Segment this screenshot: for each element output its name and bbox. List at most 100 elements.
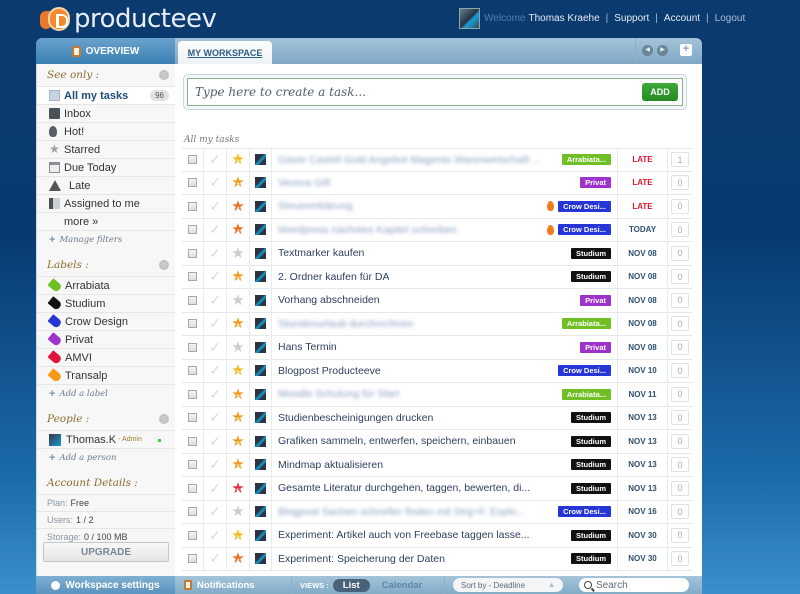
task-label-tag[interactable]: Arrabiata...	[561, 154, 611, 166]
task-label-tag[interactable]: Crow Desi...	[558, 365, 611, 377]
task-label-tag[interactable]: Studium	[571, 459, 611, 471]
comment-count[interactable]: 0	[671, 410, 689, 426]
task-title[interactable]: Moodle Schulung für Start	[278, 388, 399, 400]
logout-link[interactable]: Logout	[715, 13, 746, 24]
task-label-tag[interactable]: Studium	[571, 271, 611, 283]
comment-count[interactable]: 0	[671, 433, 689, 449]
priority-star-icon[interactable]: ★	[231, 340, 244, 355]
task-row[interactable]: ✓ ★ 3 Mindmap aktualisieren Studium NOV 13 0	[182, 453, 692, 477]
task-row[interactable]: ✓ ★ 5 Gesamte Literatur durchgehen, taggen,…	[182, 477, 692, 501]
add-label-link[interactable]: + Add a label	[37, 384, 175, 402]
comment-count[interactable]: 0	[671, 457, 689, 473]
app-logo[interactable]: producteev	[40, 4, 217, 34]
sidebar-label-item[interactable]: Crow Design	[37, 312, 175, 330]
priority-star-icon[interactable]: ★	[231, 293, 244, 308]
assignee-avatar[interactable]	[255, 224, 266, 236]
task-label-tag[interactable]: Crow Desi...	[558, 506, 611, 518]
assignee-avatar[interactable]	[255, 318, 266, 330]
task-label-tag[interactable]: Privat	[580, 341, 611, 353]
select-checkbox[interactable]	[188, 413, 197, 423]
search-input[interactable]	[596, 579, 681, 591]
due-date[interactable]: NOV 08	[618, 289, 668, 312]
assignee-avatar[interactable]	[255, 459, 266, 471]
sidebar-item-inbox[interactable]: Inbox	[37, 104, 175, 122]
due-date[interactable]: NOV 13	[618, 477, 668, 500]
due-date[interactable]: LATE	[618, 149, 668, 171]
due-date[interactable]: NOV 30	[618, 547, 668, 570]
next-tab-arrow-icon[interactable]: ▶	[657, 45, 668, 56]
select-checkbox[interactable]	[188, 483, 197, 493]
priority-star-icon[interactable]: ★ 5	[231, 481, 244, 496]
comment-count[interactable]: 1	[671, 152, 689, 168]
select-checkbox[interactable]	[188, 201, 197, 211]
assignee-avatar[interactable]	[255, 154, 266, 166]
view-list-button[interactable]: List	[332, 578, 370, 592]
sidebar-item-all-my-tasks[interactable]: All my tasks 96	[37, 86, 175, 104]
assignee-avatar[interactable]	[255, 247, 266, 259]
task-title[interactable]: Experiment: Speicherung der Daten	[278, 553, 445, 565]
assignee-avatar[interactable]	[255, 435, 266, 447]
due-date[interactable]: NOV 13	[618, 406, 668, 429]
priority-star-icon[interactable]: ★ 2	[231, 152, 244, 167]
select-checkbox[interactable]	[188, 436, 197, 446]
assignee-avatar[interactable]	[255, 341, 266, 353]
task-row[interactable]: ✓ ★ 3 2. Ordner kaufen für DA Studium NOV 08 0	[182, 265, 692, 289]
task-row[interactable]: ✓ ★ Hans Termin Privat NOV 08 0	[182, 336, 692, 360]
due-date[interactable]: NOV 08	[618, 242, 668, 265]
task-row[interactable]: ✓ ★ Textmarker kaufen Studium NOV 08 0	[182, 242, 692, 266]
select-checkbox[interactable]	[188, 155, 197, 165]
due-date[interactable]: NOV 16	[618, 500, 668, 523]
sidebar-label-item[interactable]: AMVI	[37, 348, 175, 366]
notifications-button[interactable]: Notifications	[175, 576, 292, 594]
sidebar-item-hot[interactable]: Hot!	[37, 122, 175, 140]
new-task-input[interactable]	[195, 85, 642, 99]
task-title[interactable]: Studienbescheinigungen drucken	[278, 412, 433, 424]
comment-count[interactable]: 0	[671, 175, 689, 191]
task-label-tag[interactable]: Studium	[571, 435, 611, 447]
assignee-avatar[interactable]	[255, 271, 266, 283]
task-title[interactable]: Steuererklärung	[278, 200, 353, 212]
assignee-avatar[interactable]	[255, 553, 266, 565]
due-date[interactable]: NOV 08	[618, 265, 668, 288]
user-name[interactable]: Thomas Kraehe	[529, 13, 600, 24]
priority-star-icon[interactable]: ★ 3	[231, 457, 244, 472]
complete-check-icon[interactable]: ✓	[209, 151, 221, 168]
task-row[interactable]: ✓ ★ 3 Studienbescheinigungen drucken Studium…	[182, 406, 692, 430]
priority-star-icon[interactable]: ★ 3	[231, 316, 244, 331]
priority-star-icon[interactable]: ★ 4	[231, 551, 244, 566]
comment-count[interactable]: 0	[671, 339, 689, 355]
select-checkbox[interactable]	[188, 507, 197, 517]
sidebar-label-item[interactable]: Privat	[37, 330, 175, 348]
due-date[interactable]: LATE	[618, 195, 668, 218]
priority-star-icon[interactable]: ★ 3	[231, 434, 244, 449]
comment-count[interactable]: 0	[671, 504, 689, 520]
priority-star-icon[interactable]: ★ 3	[231, 269, 244, 284]
complete-check-icon[interactable]: ✓	[209, 315, 221, 332]
complete-check-icon[interactable]: ✓	[209, 362, 221, 379]
complete-check-icon[interactable]: ✓	[209, 550, 221, 567]
sidebar-label-item[interactable]: Arrabiata	[37, 276, 175, 294]
task-label-tag[interactable]: Studium	[571, 529, 611, 541]
task-title[interactable]: Grafiken sammeln, entwerfen, speichern, …	[278, 435, 516, 447]
task-row[interactable]: ✓ ★ 2 Blogpost Producteeve Crow Desi... NOV 1…	[182, 359, 692, 383]
priority-star-icon[interactable]: ★	[231, 504, 244, 519]
due-date[interactable]: NOV 08	[618, 336, 668, 359]
add-task-button[interactable]: ADD	[642, 83, 678, 101]
comment-count[interactable]: 0	[671, 245, 689, 261]
tab-my-workspace[interactable]: MY WORKSPACE	[178, 41, 272, 64]
assignee-avatar[interactable]	[255, 529, 266, 541]
task-title[interactable]: Vorhang abschneiden	[278, 294, 380, 306]
workspace-settings-button[interactable]: Workspace settings	[36, 576, 175, 594]
task-title[interactable]: Gäste Castell Gold Angebot Magento Waren…	[278, 154, 541, 166]
task-label-tag[interactable]: Arrabiata...	[561, 388, 611, 400]
task-title[interactable]: Verena Gift	[278, 177, 331, 189]
task-title[interactable]: Experiment: Artikel auch von Freebase ta…	[278, 529, 530, 541]
task-title[interactable]: Hans Termin	[278, 341, 337, 353]
select-checkbox[interactable]	[188, 366, 197, 376]
select-checkbox[interactable]	[188, 389, 197, 399]
priority-star-icon[interactable]: ★ 3	[231, 387, 244, 402]
task-row[interactable]: ✓ ★ Blogpost Sachen schneller finden mit S…	[182, 500, 692, 524]
select-checkbox[interactable]	[188, 295, 197, 305]
task-title[interactable]: Wordpress nächstes Kapitel schreiben	[278, 224, 457, 236]
task-title[interactable]: Gesamte Literatur durchgehen, taggen, be…	[278, 482, 530, 494]
